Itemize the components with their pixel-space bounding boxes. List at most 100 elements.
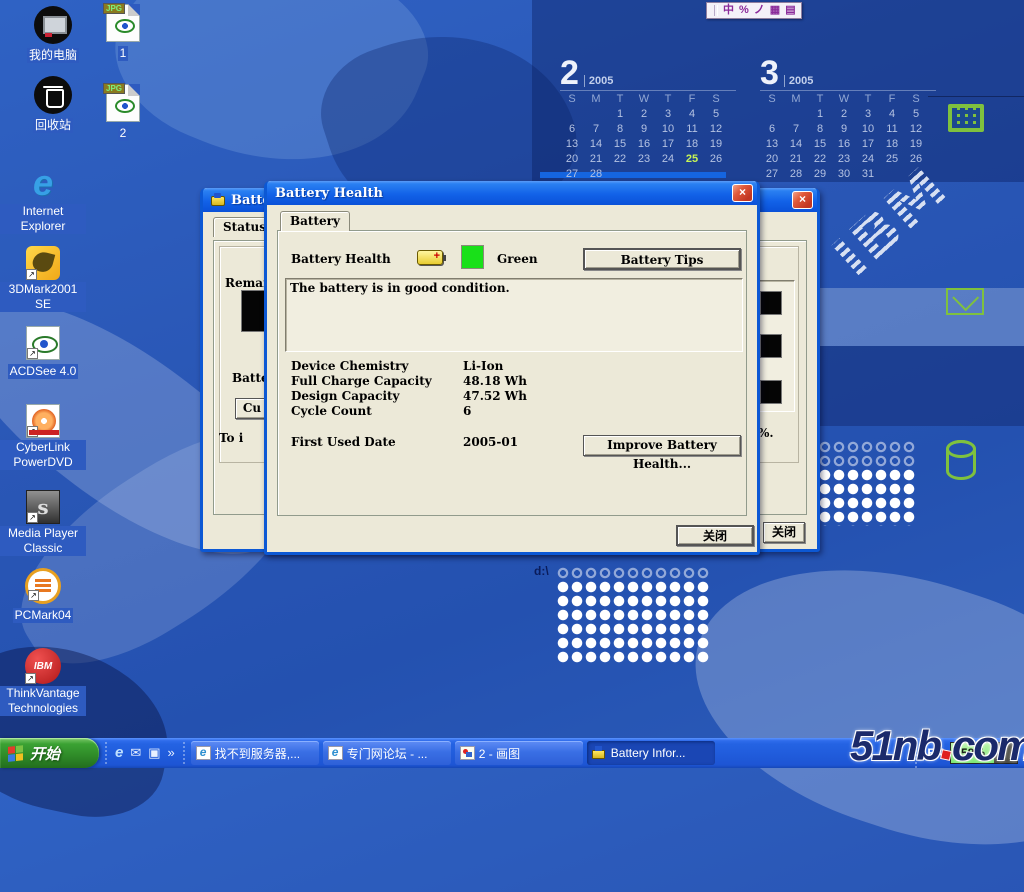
- fullwidth-icon[interactable]: ノ: [754, 4, 765, 17]
- dmark-icon: ↗: [26, 246, 60, 280]
- info-value: 6: [463, 404, 527, 418]
- health-status-swatch: [461, 245, 484, 269]
- options-icon[interactable]: ▤: [785, 4, 795, 17]
- shortcut-arrow-icon: ↗: [25, 673, 36, 684]
- powerdvd-icon: ↗: [26, 404, 60, 438]
- battery-icon: [592, 746, 607, 760]
- close-icon[interactable]: ×: [792, 191, 813, 209]
- task-button-label: 找不到服务器,...: [215, 745, 300, 762]
- desktop-icon-label: ThinkVantage Technologies: [0, 686, 86, 716]
- health-status-text: Green: [497, 252, 538, 266]
- desktop-icon-label: 2: [118, 126, 129, 141]
- battery-gauge: [760, 291, 782, 315]
- desktop-icon-acdsee[interactable]: ↗ ACDSee 4.0: [0, 326, 86, 380]
- ime-language-bar[interactable]: 中% ノ ▦ ▤: [706, 2, 802, 19]
- shortcut-arrow-icon: ↗: [28, 590, 39, 601]
- desktop-icon-powerdvd[interactable]: ↗ CyberLink PowerDVD: [0, 404, 86, 471]
- battery-health-titlebar[interactable]: Battery Health ×: [267, 181, 757, 205]
- battery-window-icon: [211, 194, 226, 207]
- battery-health-label: Battery Health: [291, 252, 391, 266]
- soft-keyboard-icon[interactable]: ▦: [770, 4, 780, 17]
- desktop-icon-jpg[interactable]: JPG 1: [80, 4, 166, 62]
- to-label: To i: [219, 431, 243, 445]
- task-button-label: Battery Infor...: [611, 746, 686, 760]
- battery-health-dialog: Battery Health × Battery Battery Health …: [264, 181, 760, 555]
- desktop-icon-label: 回收站: [33, 118, 73, 133]
- desktop-icon-label: CyberLink PowerDVD: [0, 440, 86, 470]
- improve-battery-health-button[interactable]: Improve Battery Health...: [583, 435, 741, 456]
- acdsee-icon: ↗: [26, 326, 60, 360]
- jpg-icon: JPG: [106, 4, 140, 42]
- info-value: Li-Ion: [463, 359, 527, 373]
- percent-label: %.: [758, 426, 774, 440]
- start-button-label: 开始: [30, 743, 60, 764]
- battery-gauge: [760, 380, 782, 404]
- show-desktop-icon[interactable]: ▣: [148, 745, 160, 761]
- icon-glyph: e: [24, 164, 62, 202]
- start-button[interactable]: 开始: [0, 738, 99, 768]
- task-buttons: 找不到服务器,... 专门网论坛 - ... 2 - 画图 Battery Infor…: [185, 741, 916, 765]
- battery-health-title: Battery Health: [275, 186, 727, 201]
- shortcut-arrow-icon: ↗: [26, 269, 37, 280]
- info-value: 2005-01: [463, 435, 527, 449]
- input-mode-icon[interactable]: 中: [723, 4, 734, 17]
- recycle-bin-icon: [34, 76, 72, 114]
- desktop-icon-thinkvantage[interactable]: IBM↗ThinkVantage Technologies: [0, 648, 86, 717]
- 51nb-watermark: 51nb com: [850, 722, 1024, 770]
- desktop: { "wallpaper": { "drive_label": "d:\\", …: [0, 0, 1024, 768]
- desktop-icon-mpc[interactable]: s↗Media Player Classic: [0, 490, 86, 557]
- battery-gauge: [760, 334, 782, 358]
- taskbar-task-button[interactable]: 2 - 画图: [455, 741, 583, 765]
- ie-page-icon: [328, 746, 343, 760]
- paint-icon: [460, 746, 475, 760]
- tab-battery[interactable]: Battery: [280, 211, 350, 231]
- desktop-icon-label: PCMark04: [13, 608, 74, 623]
- thinkvantage-icon: IBM↗: [25, 648, 61, 684]
- watermark-text-2: com: [952, 722, 1024, 769]
- jpg-badge: JPG: [103, 83, 125, 94]
- desktop-icon-label: Internet Explorer: [0, 204, 86, 234]
- desktop-icon-pcmark[interactable]: ↗ PCMark04: [0, 568, 86, 624]
- quick-launch: e ✉ ▣ »: [105, 742, 185, 764]
- taskbar-task-button[interactable]: Battery Infor...: [587, 741, 715, 765]
- jpg-badge: JPG: [103, 3, 125, 14]
- dialog-close-button[interactable]: 关闭: [676, 525, 754, 546]
- bg-close-button[interactable]: 关闭: [763, 522, 805, 543]
- task-button-label: 2 - 画图: [479, 745, 520, 762]
- taskbar-task-button[interactable]: 专门网论坛 - ...: [323, 741, 451, 765]
- punctuation-icon[interactable]: %: [739, 4, 749, 17]
- desktop-icon-label: 3DMark2001 SE: [0, 282, 86, 312]
- desktop-icon-jpg[interactable]: JPG 2: [80, 84, 166, 142]
- close-icon[interactable]: ×: [732, 184, 753, 202]
- ie-icon[interactable]: e: [115, 745, 123, 761]
- info-label: Full Charge Capacity: [291, 374, 463, 388]
- watermark-text-1: 51nb: [850, 722, 940, 769]
- chevron-icon[interactable]: »: [168, 745, 175, 761]
- email-icon[interactable]: ✉: [130, 745, 141, 761]
- info-label: Design Capacity: [291, 389, 463, 403]
- desktop-icon-label: 我的电脑: [27, 48, 79, 63]
- desktop-icon-label: ACDSee 4.0: [8, 364, 79, 379]
- battery-icon: [417, 250, 443, 265]
- ie-page-icon: [196, 746, 211, 760]
- battery-info-grid: Device ChemistryLi-IonFull Charge Capaci…: [291, 359, 527, 449]
- shortcut-arrow-icon: ↗: [27, 426, 38, 437]
- my-computer-icon: [34, 6, 72, 44]
- condition-textbox[interactable]: The battery is in good condition.: [285, 278, 743, 352]
- desktop-icon-label: 1: [118, 46, 129, 61]
- info-label: Cycle Count: [291, 404, 463, 418]
- battery-tips-button[interactable]: Battery Tips: [583, 248, 741, 270]
- desktop-icon-dmark[interactable]: ↗ 3DMark2001 SE: [0, 246, 86, 313]
- shortcut-arrow-icon: ↗: [27, 348, 38, 359]
- info-value: 47.52 Wh: [463, 389, 527, 403]
- info-label: First Used Date: [291, 435, 463, 449]
- ie-icon: e: [24, 164, 62, 202]
- pcmark-icon: ↗: [25, 568, 61, 604]
- watermark-red-dot: [940, 749, 952, 761]
- desktop-icon-label: Media Player Classic: [0, 526, 86, 556]
- windows-flag-icon: [8, 745, 24, 762]
- remaining-label: Remai: [225, 276, 268, 290]
- mpc-icon: s↗: [26, 490, 60, 524]
- desktop-icon-ie[interactable]: eInternet Explorer: [0, 164, 86, 235]
- taskbar-task-button[interactable]: 找不到服务器,...: [191, 741, 319, 765]
